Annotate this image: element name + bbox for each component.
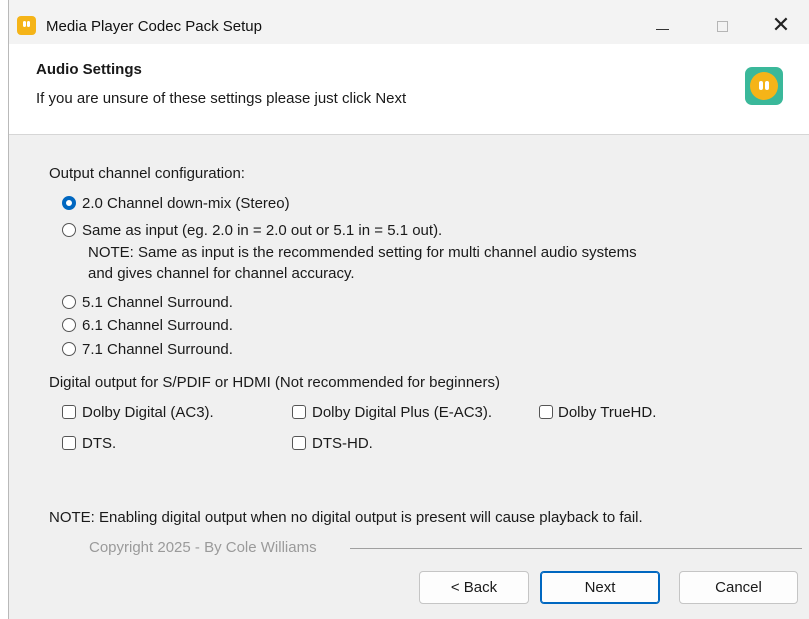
radio-label[interactable]: 6.1 Channel Surround.	[82, 317, 233, 334]
checkbox[interactable]	[292, 436, 306, 450]
checkbox[interactable]	[539, 405, 553, 419]
checkbox[interactable]	[62, 436, 76, 450]
close-icon[interactable]: ✕	[761, 10, 801, 40]
back-button[interactable]: < Back	[419, 571, 529, 604]
radio-button-checked[interactable]	[62, 196, 76, 210]
checkbox-label[interactable]: Dolby TrueHD.	[558, 404, 656, 421]
app-logo-icon	[17, 16, 36, 35]
copyright-text: Copyright 2025 - By Cole Williams	[89, 539, 317, 556]
media-player-logo-icon	[745, 67, 783, 105]
radio-button[interactable]	[62, 342, 76, 356]
page-title: Audio Settings	[36, 61, 142, 78]
page-subtitle: If you are unsure of these settings plea…	[36, 90, 407, 107]
radio-label[interactable]: Same as input (eg. 2.0 in = 2.0 out or 5…	[82, 222, 442, 239]
radio-label[interactable]: 2.0 Channel down-mix (Stereo)	[82, 195, 290, 212]
checkbox[interactable]	[292, 405, 306, 419]
radio-button[interactable]	[62, 295, 76, 309]
checkbox-label[interactable]: DTS.	[82, 435, 116, 452]
cancel-button[interactable]: Cancel	[679, 571, 798, 604]
checkbox[interactable]	[62, 405, 76, 419]
title-bar[interactable]: Media Player Codec Pack Setup ✕	[9, 0, 809, 44]
playback-warning-note: NOTE: Enabling digital output when no di…	[49, 509, 643, 526]
wizard-header: Audio Settings If you are unsure of thes…	[9, 44, 809, 135]
checkbox-label[interactable]: Dolby Digital Plus (E-AC3).	[312, 404, 492, 421]
checkbox-label[interactable]: DTS-HD.	[312, 435, 373, 452]
digital-group-label: Digital output for S/PDIF or HDMI (Not r…	[49, 374, 501, 391]
output-group-label: Output channel configuration:	[49, 165, 245, 182]
next-button[interactable]: Next	[540, 571, 660, 604]
same-as-input-note: NOTE: Same as input is the recommended s…	[88, 244, 637, 261]
maximize-icon[interactable]	[703, 10, 743, 40]
radio-button[interactable]	[62, 223, 76, 237]
radio-label[interactable]: 5.1 Channel Surround.	[82, 294, 233, 311]
window-title: Media Player Codec Pack Setup	[46, 18, 262, 35]
same-as-input-note-cont: and gives channel for channel accuracy.	[88, 265, 355, 282]
checkbox-label[interactable]: Dolby Digital (AC3).	[82, 404, 214, 421]
setup-window: Media Player Codec Pack Setup ✕ Audio Se…	[8, 0, 809, 619]
radio-label[interactable]: 7.1 Channel Surround.	[82, 341, 233, 358]
radio-button[interactable]	[62, 318, 76, 332]
footer-divider	[350, 548, 802, 549]
minimize-icon[interactable]	[642, 10, 682, 40]
